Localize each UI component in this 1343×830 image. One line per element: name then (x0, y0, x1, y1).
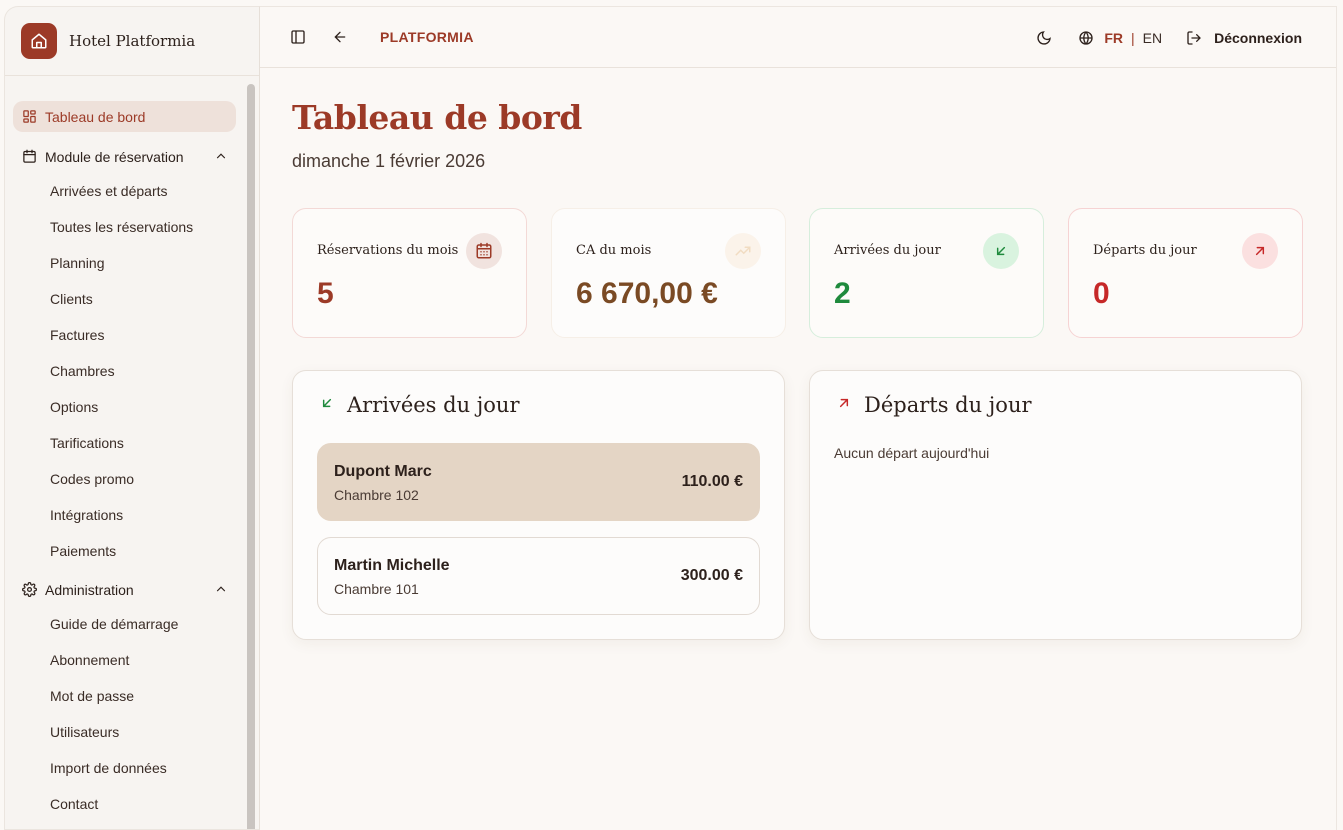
sidebar-item-invoices[interactable]: Factures (50, 317, 259, 353)
panel-header: Arrivées du jour (319, 393, 520, 417)
stat-card-arrivals: Arrivées du jour 2 (809, 208, 1044, 338)
topbar-actions: FR | EN Déconnexion (1034, 7, 1302, 69)
arrivals-panel: Arrivées du jour Dupont Marc Chambre 102… (292, 370, 785, 640)
sidebar-item-contact[interactable]: Contact (50, 786, 259, 822)
arrow-up-right-icon (836, 395, 852, 416)
amount: 300.00 € (680, 567, 743, 584)
sidebar-item-rooms[interactable]: Chambres (50, 353, 259, 389)
guest-name: Dupont Marc (334, 463, 432, 480)
sidebar-item-options[interactable]: Options (50, 389, 259, 425)
empty-state: Aucun départ aujourd'hui (834, 445, 990, 461)
topbar: PLATFORMIA FR | EN Déconnexion (260, 6, 1336, 68)
breadcrumb[interactable]: PLATFORMIA (380, 29, 474, 45)
sidebar-item-planning[interactable]: Planning (50, 245, 259, 281)
sidebar-item-data-import[interactable]: Import de données (50, 750, 259, 786)
home-icon (21, 23, 57, 59)
stat-label: Réservations du mois (317, 243, 459, 258)
departures-panel: Départs du jour Aucun départ aujourd'hui (809, 370, 1302, 640)
stat-value: 2 (834, 277, 851, 310)
globe-icon (1076, 28, 1096, 48)
logout-button[interactable]: Déconnexion (1214, 30, 1302, 46)
sidebar-group-label: Administration (45, 581, 134, 598)
moon-icon[interactable] (1034, 28, 1054, 48)
amount: 110.00 € (681, 473, 743, 490)
sidebar-toggle-icon[interactable] (288, 27, 308, 47)
gear-icon (21, 582, 37, 598)
chevron-up-icon[interactable] (214, 582, 228, 599)
sidebar-item-label: Tableau de bord (45, 108, 146, 125)
sidebar-group-administration[interactable]: Administration (13, 574, 236, 605)
arrow-down-left-icon (983, 233, 1019, 269)
dashboard-grid-icon (21, 109, 37, 125)
reservation-submenu: Arrivées et départs Toutes les réservati… (5, 173, 259, 569)
stat-value: 6 670,00 € (576, 277, 718, 310)
stat-label: Arrivées du jour (834, 243, 941, 258)
sidebar-item-arrivals-departures[interactable]: Arrivées et départs (50, 173, 259, 209)
stat-card-reservations: Réservations du mois 5 (292, 208, 527, 338)
trending-up-icon (725, 233, 761, 269)
sidebar-group-reservation[interactable]: Module de réservation (13, 141, 236, 172)
arrow-down-left-icon (319, 395, 335, 416)
sidebar-item-payments[interactable]: Paiements (50, 533, 259, 569)
language-en[interactable]: EN (1143, 30, 1162, 46)
page-title: Tableau de bord (292, 98, 582, 137)
page-date: dimanche 1 février 2026 (292, 151, 486, 171)
sidebar-group-label: Module de réservation (45, 148, 184, 165)
room-label: Chambre 101 (334, 581, 419, 597)
stat-card-revenue: CA du mois 6 670,00 € (551, 208, 786, 338)
room-label: Chambre 102 (334, 487, 419, 503)
arrival-row[interactable]: Martin Michelle Chambre 101 300.00 € (317, 537, 760, 615)
sidebar-scrollbar[interactable] (247, 84, 255, 829)
stat-value: 5 (317, 277, 334, 310)
sidebar-item-integrations[interactable]: Intégrations (50, 497, 259, 533)
sidebar-item-subscription[interactable]: Abonnement (50, 642, 259, 678)
panel-title: Arrivées du jour (347, 393, 520, 417)
arrow-up-right-icon (1242, 233, 1278, 269)
sidebar-nav: Tableau de bord Module de réservation Ar… (5, 76, 259, 822)
sidebar-item-users[interactable]: Utilisateurs (50, 714, 259, 750)
calendar-icon (466, 233, 502, 269)
stat-label: Départs du jour (1093, 243, 1197, 258)
stat-card-departures: Départs du jour 0 (1068, 208, 1303, 338)
language-fr[interactable]: FR (1104, 30, 1123, 46)
sidebar-item-dashboard[interactable]: Tableau de bord (13, 101, 236, 132)
panel-title: Départs du jour (864, 393, 1032, 417)
sidebar-item-promo-codes[interactable]: Codes promo (50, 461, 259, 497)
sidebar-item-password[interactable]: Mot de passe (50, 678, 259, 714)
brand-name: Hotel Platformia (69, 32, 196, 50)
stat-value: 0 (1093, 277, 1110, 310)
chevron-up-icon[interactable] (214, 149, 228, 166)
sidebar-item-getting-started[interactable]: Guide de démarrage (50, 606, 259, 642)
arrival-row[interactable]: Dupont Marc Chambre 102 110.00 € (317, 443, 760, 521)
back-arrow-icon[interactable] (330, 27, 350, 47)
brand[interactable]: Hotel Platformia (5, 7, 259, 76)
guest-name: Martin Michelle (334, 557, 450, 574)
window-border (1336, 6, 1337, 830)
admin-submenu: Guide de démarrage Abonnement Mot de pas… (5, 606, 259, 822)
sidebar: Hotel Platformia Tableau de bord Module … (4, 6, 260, 830)
panel-header: Départs du jour (836, 393, 1032, 417)
logout-icon[interactable] (1184, 28, 1204, 48)
sidebar-item-clients[interactable]: Clients (50, 281, 259, 317)
sidebar-item-all-reservations[interactable]: Toutes les réservations (50, 209, 259, 245)
sidebar-item-pricing[interactable]: Tarifications (50, 425, 259, 461)
calendar-icon (21, 149, 37, 165)
language-separator: | (1131, 30, 1135, 46)
stat-label: CA du mois (576, 243, 652, 258)
